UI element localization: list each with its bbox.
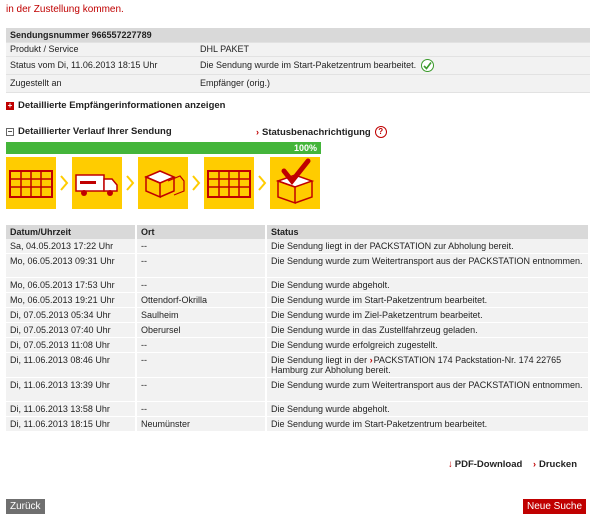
row-status: Die Sendung liegt in der PACKSTATION zur… [266, 239, 590, 254]
row-place: -- [136, 401, 267, 417]
download-icon: ↓ [448, 459, 453, 470]
status-text: Die Sendung liegt in der [271, 355, 368, 365]
table-row: Mo, 06.05.2013 17:53 Uhr -- Die Sendung … [6, 277, 590, 293]
tracking-number-header: Sendungsnummer 966557227789 [6, 28, 590, 43]
minus-icon: − [6, 126, 14, 136]
column-header: Status [266, 225, 590, 239]
status-notification-label: Statusbenachrichtigung [262, 126, 371, 138]
row-date: Di, 11.06.2013 18:15 Uhr [6, 416, 137, 432]
row-place: -- [136, 253, 267, 278]
row-date: Di, 07.05.2013 11:08 Uhr [6, 337, 137, 353]
row-date: Di, 07.05.2013 05:34 Uhr [6, 307, 137, 323]
shipment-steps [6, 157, 326, 209]
summary-row-product: Produkt / Service DHL PAKET [6, 42, 590, 57]
row-status: Die Sendung wurde abgeholt. [266, 401, 590, 417]
table-row: Di, 11.06.2013 18:15 Uhr Neumünster Die … [6, 416, 590, 432]
table-row: Mo, 06.05.2013 19:21 Uhr Ottendorf-Okril… [6, 292, 590, 308]
summary-value: DHL PAKET [196, 42, 590, 57]
history-table: Datum/Uhrzeit Ort Status Sa, 04.05.2013 … [6, 225, 590, 432]
summary-header-row: Sendungsnummer 966557227789 [6, 28, 590, 43]
row-date: Di, 07.05.2013 07:40 Uhr [6, 322, 137, 338]
top-note: in der Zustellung kommen. [6, 4, 124, 15]
chevron-right-icon [192, 175, 201, 191]
chevron-right-icon: › [533, 459, 536, 469]
column-header: Datum/Uhrzeit [6, 225, 137, 239]
row-status: Die Sendung liegt in der ›PACKSTATION 17… [266, 352, 590, 378]
plus-icon: + [6, 100, 14, 110]
row-status: Die Sendung wurde zum Weitertransport au… [266, 377, 590, 402]
row-status: Die Sendung wurde in das Zustellfahrzeug… [266, 322, 590, 338]
table-row: Di, 07.05.2013 07:40 Uhr Oberursel Die S… [6, 322, 590, 338]
row-date: Mo, 06.05.2013 09:31 Uhr [6, 253, 137, 278]
summary-value-status: Die Sendung wurde im Start-Paketzentrum … [196, 56, 590, 75]
row-place: -- [136, 352, 267, 378]
table-row: Sa, 04.05.2013 17:22 Uhr -- Die Sendung … [6, 239, 590, 254]
row-place: -- [136, 337, 267, 353]
summary-row-status: Status vom Di, 11.06.2013 18:15 Uhr Die … [6, 56, 590, 75]
new-search-button[interactable]: Neue Suche [523, 499, 587, 514]
summary-row-recipient: Zugestellt an Empfänger (orig.) [6, 74, 590, 93]
progress-bar: 100% [6, 142, 321, 154]
row-place: Neumünster [136, 416, 267, 432]
table-row: Di, 11.06.2013 13:58 Uhr -- Die Sendung … [6, 401, 590, 417]
chevron-right-icon: › [256, 127, 259, 137]
row-status: Die Sendung wurde im Start-Paketzentrum … [266, 416, 590, 432]
table-row: Mo, 06.05.2013 09:31 Uhr -- Die Sendung … [6, 253, 590, 278]
recipient-info-label: Detaillierte Empfängerinformationen anze… [18, 100, 226, 111]
row-place: -- [136, 377, 267, 402]
row-date: Mo, 06.05.2013 19:21 Uhr [6, 292, 137, 308]
back-button[interactable]: Zurück [6, 499, 45, 514]
recipient-info-toggle[interactable]: + Detaillierte Empfängerinformationen an… [6, 100, 225, 111]
print-link[interactable]: › Drucken [533, 459, 577, 470]
row-status: Die Sendung wurde zum Weitertransport au… [266, 253, 590, 278]
shipment-summary-table: Sendungsnummer 966557227789 Produkt / Se… [6, 28, 590, 93]
chevron-right-icon [126, 175, 135, 191]
parcel-center-icon [204, 157, 254, 209]
table-row: Di, 07.05.2013 11:08 Uhr -- Die Sendung … [6, 337, 590, 353]
summary-label: Produkt / Service [6, 42, 196, 57]
chevron-right-icon: › [369, 355, 373, 365]
row-status: Die Sendung wurde abgeholt. [266, 277, 590, 293]
row-place: -- [136, 239, 267, 254]
row-place: -- [136, 277, 267, 293]
chevron-right-icon [60, 175, 69, 191]
print-label: Drucken [539, 459, 578, 470]
help-icon[interactable]: ? [374, 126, 387, 138]
history-toggle-label: Detaillierter Verlauf Ihrer Sendung [18, 126, 172, 137]
row-status: Die Sendung wurde im Start-Paketzentrum … [266, 292, 590, 308]
check-icon [420, 58, 434, 72]
summary-value: Empfänger (orig.) [196, 74, 590, 93]
pdf-download-link[interactable]: ↓ PDF-Download [448, 459, 522, 470]
pdf-download-label: PDF-Download [454, 459, 523, 470]
row-place: Saulheim [136, 307, 267, 323]
chevron-right-icon [258, 175, 267, 191]
row-date: Di, 11.06.2013 13:58 Uhr [6, 401, 137, 417]
row-status: Die Sendung wurde erfolgreich zugestellt… [266, 337, 590, 353]
summary-label: Zugestellt an [6, 74, 196, 93]
row-date: Di, 11.06.2013 08:46 Uhr [6, 352, 137, 378]
history-header-row: Datum/Uhrzeit Ort Status [6, 225, 590, 239]
table-row: Di, 07.05.2013 05:34 Uhr Saulheim Die Se… [6, 307, 590, 323]
row-place: Ottendorf-Okrilla [136, 292, 267, 308]
row-date: Mo, 06.05.2013 17:53 Uhr [6, 277, 137, 293]
status-text: Die Sendung wurde im Start-Paketzentrum … [200, 59, 417, 70]
delivered-box-icon [270, 157, 320, 209]
parcel-center-icon [6, 157, 56, 209]
row-date: Di, 11.06.2013 13:39 Uhr [6, 377, 137, 402]
history-toggle[interactable]: − Detaillierter Verlauf Ihrer Sendung [6, 126, 172, 137]
table-row: Di, 11.06.2013 13:39 Uhr -- Die Sendung … [6, 377, 590, 402]
table-row: Di, 11.06.2013 08:46 Uhr -- Die Sendung … [6, 352, 590, 378]
status-notification-link[interactable]: › Statusbenachrichtigung ? [256, 126, 387, 138]
progress-label: 100% [293, 143, 317, 153]
progress-fill [6, 142, 321, 154]
row-date: Sa, 04.05.2013 17:22 Uhr [6, 239, 137, 254]
parcel-box-icon [138, 157, 188, 209]
summary-label: Status vom Di, 11.06.2013 18:15 Uhr [6, 56, 196, 75]
status-text: zur Abholung bereit. [310, 365, 391, 375]
column-header: Ort [136, 225, 267, 239]
truck-icon [72, 157, 122, 209]
row-status: Die Sendung wurde im Ziel-Paketzentrum b… [266, 307, 590, 323]
row-place: Oberursel [136, 322, 267, 338]
